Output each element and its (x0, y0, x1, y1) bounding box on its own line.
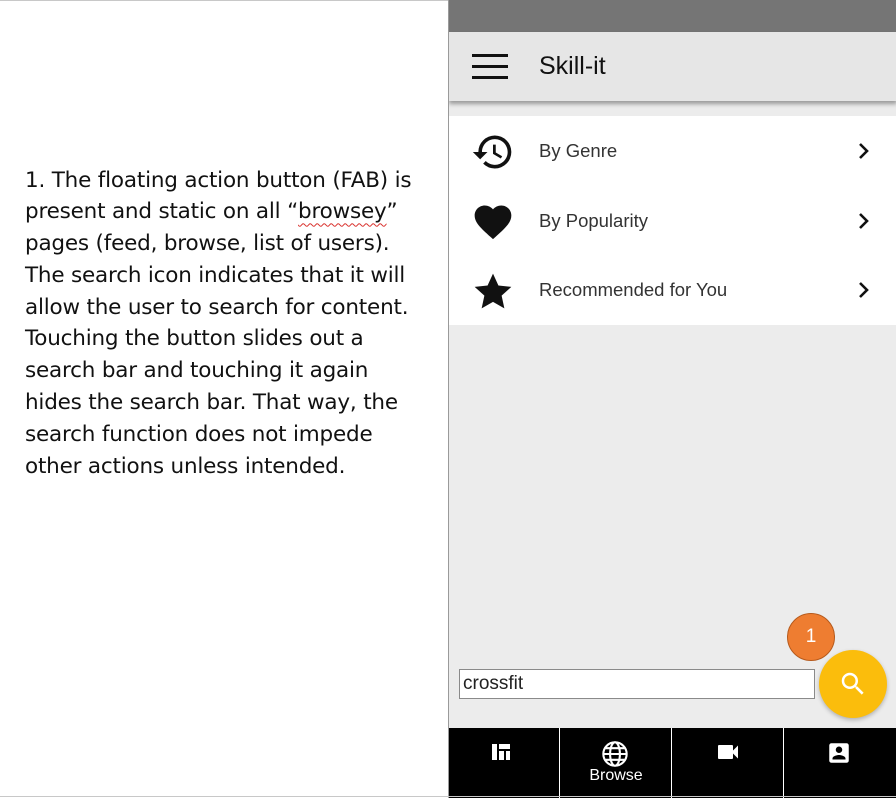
search-fab-button[interactable] (819, 650, 887, 718)
app-bar: Skill-it (449, 32, 896, 101)
menu-item-by-genre[interactable]: By Genre (449, 116, 896, 185)
star-icon (471, 269, 515, 313)
dashboard-icon (492, 744, 510, 760)
slide-canvas: 1. The floating action button (FAB) is p… (0, 0, 896, 798)
menu-item-label: By Popularity (539, 210, 648, 231)
menu-item-by-popularity[interactable]: By Popularity (449, 186, 896, 255)
nav-label-browse: Browse (589, 767, 643, 784)
nav-item-browse[interactable]: Browse (561, 728, 672, 798)
annotation-text: 1. The floating action button (FAB) is p… (25, 165, 420, 483)
app-title: Skill-it (539, 52, 606, 80)
chevron-right-icon (853, 279, 873, 301)
nav-item-dashboard[interactable] (449, 728, 560, 798)
nav-item-profile[interactable] (785, 728, 896, 798)
hamburger-menu-icon[interactable] (472, 54, 508, 80)
spellcheck-word: browsey (298, 199, 387, 225)
globe-icon (602, 741, 628, 767)
status-bar (449, 0, 896, 32)
callout-number-badge: 1 (787, 613, 835, 661)
browse-menu-list: By Genre By Popularity Recommended for Y… (449, 116, 896, 325)
menu-item-label: By Genre (539, 140, 618, 161)
video-camera-icon (718, 745, 738, 759)
search-icon (841, 672, 864, 695)
heart-icon (471, 200, 515, 244)
menu-item-label: Recommended for You (539, 279, 728, 300)
annotation-text-part-2: ” pages (feed, browse, list of users). T… (25, 199, 409, 479)
chevron-right-icon (853, 210, 873, 232)
phone-screen: Skill-it By Genre By Popularity Recommen… (448, 0, 896, 798)
chevron-right-icon (853, 140, 873, 162)
nav-item-video[interactable] (673, 728, 784, 798)
menu-item-recommended[interactable]: Recommended for You (449, 255, 896, 324)
bottom-navigation: Browse (449, 728, 896, 798)
search-input[interactable] (459, 669, 815, 699)
history-icon (471, 130, 515, 174)
slide-bottom-border (0, 796, 896, 797)
account-box-icon (829, 743, 849, 763)
